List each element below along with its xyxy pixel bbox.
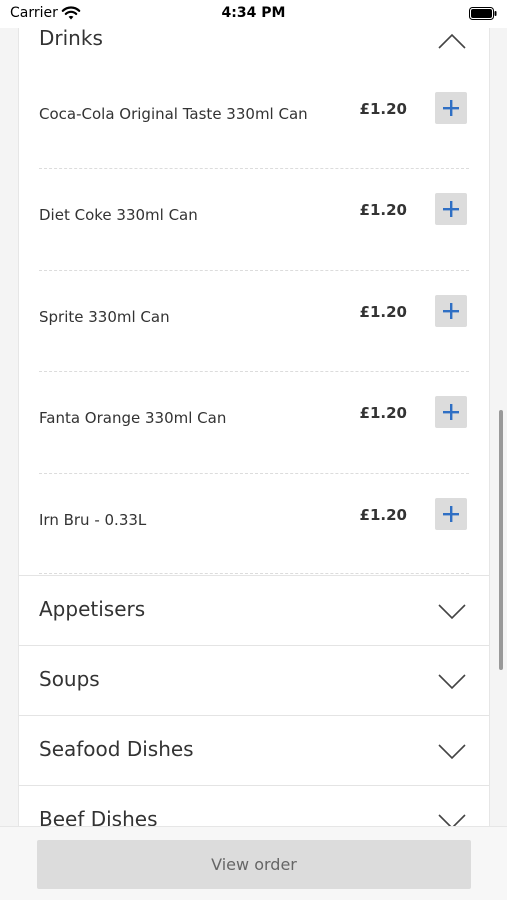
add-item-button[interactable] xyxy=(435,295,467,327)
item-price: £1.20 xyxy=(359,303,407,321)
add-item-button[interactable] xyxy=(435,498,467,530)
section-title: Soups xyxy=(39,667,100,691)
add-item-button[interactable] xyxy=(435,396,467,428)
menu-item: Irn Bru - 0.33L £1.20 xyxy=(19,473,489,574)
item-divider xyxy=(39,573,469,574)
status-time: 4:34 PM xyxy=(221,5,286,21)
item-name: Irn Bru - 0.33L xyxy=(39,511,147,529)
section-header-soups[interactable]: Soups xyxy=(19,645,489,715)
scrollbar[interactable] xyxy=(499,410,503,670)
view-order-button[interactable]: View order xyxy=(37,840,471,889)
footer-bar: View order xyxy=(0,826,507,900)
plus-icon xyxy=(443,404,459,420)
plus-icon xyxy=(443,303,459,319)
plus-icon xyxy=(443,506,459,522)
battery-icon xyxy=(469,7,497,20)
chevron-down-icon[interactable] xyxy=(437,603,467,621)
section-header-appetisers[interactable]: Appetisers xyxy=(19,575,489,645)
menu-item: Fanta Orange 330ml Can £1.20 xyxy=(19,371,489,472)
item-price: £1.20 xyxy=(359,404,407,422)
item-name: Diet Coke 330ml Can xyxy=(39,206,198,224)
section-title: Drinks xyxy=(39,26,103,50)
add-item-button[interactable] xyxy=(435,193,467,225)
section-title: Seafood Dishes xyxy=(39,737,194,761)
item-name: Coca-Cola Original Taste 330ml Can xyxy=(39,105,308,123)
menu-item: Diet Coke 330ml Can £1.20 xyxy=(19,168,489,269)
chevron-down-icon[interactable] xyxy=(437,673,467,691)
item-name: Fanta Orange 330ml Can xyxy=(39,409,227,427)
status-bar: Carrier 4:34 PM xyxy=(0,0,507,28)
menu-item: Sprite 330ml Can £1.20 xyxy=(19,270,489,371)
item-price: £1.20 xyxy=(359,100,407,118)
plus-icon xyxy=(443,100,459,116)
menu-screen: Carrier 4:34 PM Drinks Coca-Cola Origina… xyxy=(0,0,507,900)
menu-item: Coca-Cola Original Taste 330ml Can £1.20 xyxy=(19,62,489,163)
item-price: £1.20 xyxy=(359,201,407,219)
menu-card: Drinks Coca-Cola Original Taste 330ml Ca… xyxy=(18,0,490,900)
plus-icon xyxy=(443,201,459,217)
section-header-seafood-dishes[interactable]: Seafood Dishes xyxy=(19,715,489,785)
chevron-up-icon[interactable] xyxy=(437,32,467,50)
section-title: Appetisers xyxy=(39,597,146,621)
item-name: Sprite 330ml Can xyxy=(39,308,170,326)
chevron-down-icon[interactable] xyxy=(437,743,467,761)
add-item-button[interactable] xyxy=(435,92,467,124)
item-price: £1.20 xyxy=(359,506,407,524)
